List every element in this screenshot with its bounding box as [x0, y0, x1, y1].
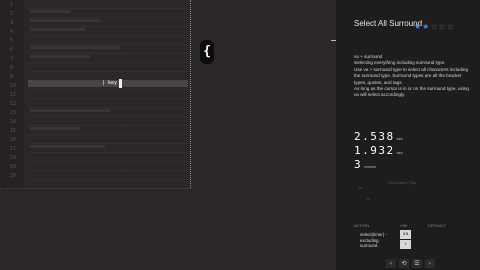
- line-number: 11: [10, 92, 17, 98]
- line-number: 3: [10, 20, 14, 26]
- header-action: ACTION: [354, 223, 370, 228]
- associated-item[interactable]: va: [358, 185, 362, 190]
- previous-icon[interactable]: ‹: [386, 259, 396, 268]
- description-line: As long as the cursor is in or on the su…: [354, 86, 469, 98]
- star-empty-icon[interactable]: ☆: [430, 22, 438, 31]
- code-line: [30, 109, 110, 112]
- line-number: 2: [10, 11, 14, 17]
- line-number: 17: [10, 146, 17, 152]
- line-number: 14: [10, 119, 17, 125]
- stat-value: 3: [354, 158, 363, 171]
- line-number: 1: [10, 2, 14, 8]
- surround-brace-indicator: {: [200, 40, 214, 64]
- line-number: 18: [10, 155, 17, 161]
- associated-label: Associated Tips: [388, 180, 417, 185]
- line-number: 4: [10, 29, 14, 35]
- editor-boundary-line: [190, 0, 191, 188]
- description-line: Use va + surround type to select all cha…: [354, 66, 469, 85]
- code-line: [30, 46, 120, 49]
- code-editor[interactable]: 1 2 3 4 5 6 7 8 9 10 11 12 13 14 15 16 17 18 19 20 | key {: [0, 0, 336, 270]
- editor-bottom-rule: [0, 188, 190, 189]
- action-description: select(timer) - excluding surround: [360, 232, 387, 249]
- header-default: DEFAULT: [428, 223, 446, 228]
- line-number: 13: [10, 110, 17, 116]
- star-empty-icon[interactable]: ☆: [439, 22, 447, 31]
- stat-moves: 3 moves: [354, 158, 376, 171]
- line-number: 7: [10, 56, 14, 62]
- line-number: 6: [10, 47, 14, 53]
- code-line: [30, 127, 80, 130]
- line-number: 16: [10, 137, 17, 143]
- associated-item[interactable]: va: [366, 196, 370, 201]
- code-line: [30, 28, 85, 31]
- stat-value: 1.932: [354, 144, 395, 157]
- header-vim: VIM: [400, 223, 408, 228]
- stat-time-2: 1.932 sec: [354, 144, 403, 157]
- code-line: [30, 145, 105, 148]
- line-number: 15: [10, 128, 17, 134]
- stat-unit: sec: [396, 150, 403, 155]
- line-number: 5: [10, 38, 14, 44]
- tip-description: va + surround Selecting everything inclu…: [354, 54, 472, 99]
- code-line: [30, 19, 100, 22]
- next-icon[interactable]: ›: [425, 259, 435, 268]
- current-line-text: | key: [102, 80, 118, 86]
- code-line: [30, 10, 70, 13]
- stat-unit: sec: [396, 136, 403, 141]
- list-icon[interactable]: ☰: [412, 259, 422, 268]
- stat-unit: moves: [364, 164, 376, 169]
- code-line: [30, 55, 90, 58]
- key-v: va: [400, 230, 411, 239]
- rating-stars[interactable]: ★★☆☆☆: [414, 22, 455, 31]
- line-number: 9: [10, 74, 14, 80]
- star-empty-icon[interactable]: ☆: [447, 22, 455, 31]
- line-number: 12: [10, 101, 17, 107]
- tip-panel: Select All Surround ★★☆☆☆ va + surround …: [336, 0, 480, 270]
- replay-icon[interactable]: ⟲: [399, 259, 409, 268]
- line-number: 19: [10, 164, 17, 170]
- stat-value: 2.538: [354, 130, 395, 143]
- line-number: 20: [10, 173, 17, 179]
- text-cursor: [119, 79, 122, 88]
- line-number: 10: [10, 83, 17, 89]
- key-shift: ⇧: [400, 240, 411, 249]
- stat-time-1: 2.538 sec: [354, 130, 403, 143]
- star-filled-icon[interactable]: ★: [414, 22, 422, 31]
- line-number: 8: [10, 65, 14, 71]
